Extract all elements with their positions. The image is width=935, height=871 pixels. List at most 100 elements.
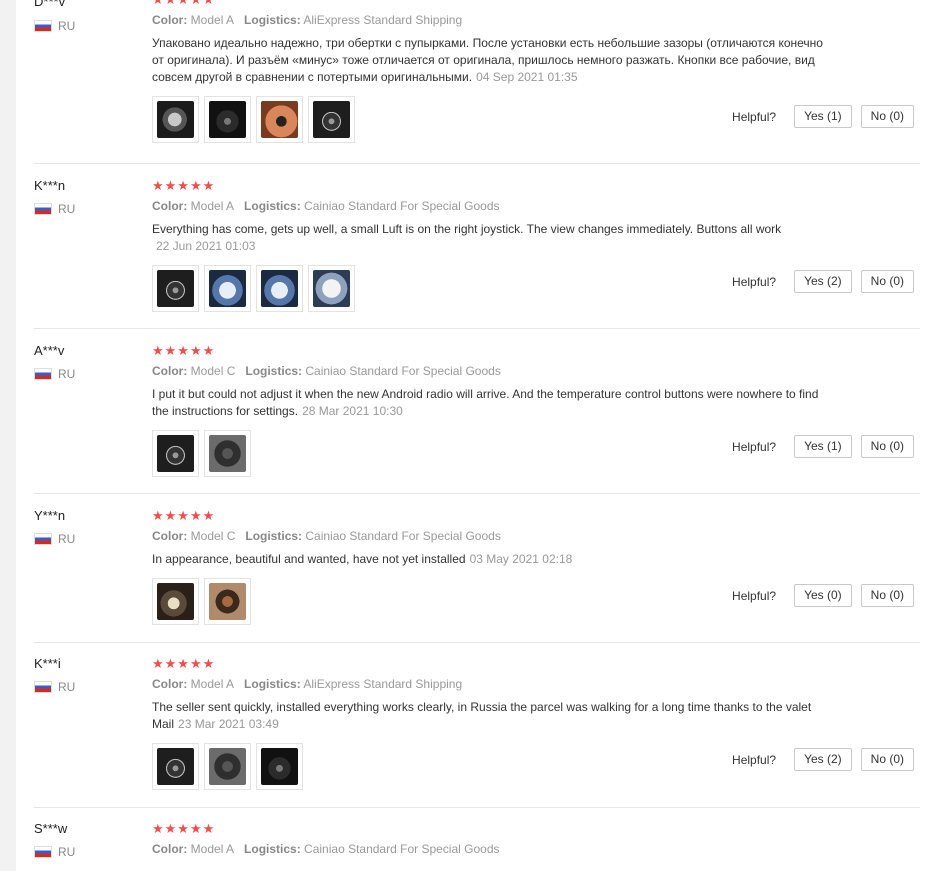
review-body: ★★★★★ Color: Model A Logistics: Cainiao S…	[152, 179, 832, 312]
helpful-yes-button[interactable]: Yes (1)	[794, 435, 852, 458]
review-photo-thumbnail[interactable]	[152, 96, 199, 143]
review-country: RU	[34, 19, 75, 33]
review-country: RU	[34, 680, 75, 694]
helpful-label: Helpful?	[732, 752, 777, 767]
helpful-vote: Helpful? Yes (0) No (0)	[732, 584, 914, 607]
color-value: Model C	[190, 529, 236, 543]
review-text: Everything has come, gets up well, a sma…	[152, 221, 832, 255]
steering-wheel-photo	[261, 101, 298, 138]
review-meta: Color: Model A Logistics: AliExpress Stan…	[152, 676, 832, 692]
package-photo	[261, 270, 298, 307]
review-meta: Color: Model A Logistics: Cainiao Standar…	[152, 841, 832, 857]
country-code: RU	[58, 202, 76, 216]
review-photos	[152, 430, 832, 477]
steering-wheel-photo	[209, 748, 246, 785]
russia-flag-icon	[34, 203, 52, 215]
review-text: The seller sent quickly, installed every…	[152, 699, 832, 733]
steering-wheel-photo	[157, 748, 194, 785]
review-country: RU	[34, 202, 75, 216]
review-photo-thumbnail[interactable]	[256, 96, 303, 143]
helpful-yes-button[interactable]: Yes (1)	[794, 105, 852, 128]
color-value: Model A	[190, 199, 235, 213]
steering-wheel-photo	[261, 748, 298, 785]
helpful-no-button[interactable]: No (0)	[860, 584, 914, 607]
review-photo-thumbnail[interactable]	[152, 578, 199, 625]
review-username: K***n	[34, 178, 66, 193]
review-photo-thumbnail[interactable]	[152, 430, 199, 477]
review-country: RU	[34, 532, 75, 546]
helpful-yes-button[interactable]: Yes (2)	[794, 748, 852, 771]
review-item: D***v RU ★★★★★ Color: Model A Logistics: …	[34, 0, 920, 164]
review-photo-thumbnail[interactable]	[308, 265, 355, 312]
review-photo-thumbnail[interactable]	[204, 430, 251, 477]
review-photos	[152, 578, 832, 625]
review-body: ★★★★★ Color: Model A Logistics: AliExpres…	[152, 0, 832, 143]
steering-wheel-photo	[157, 101, 194, 138]
review-photo-thumbnail[interactable]	[204, 743, 251, 790]
helpful-label: Helpful?	[732, 588, 777, 603]
logistics-value: Cainiao Standard For Special Goods	[305, 364, 501, 378]
logistics-label: Logistics:	[245, 529, 303, 543]
rating-stars: ★★★★★	[152, 178, 216, 193]
steering-wheel-photo	[209, 101, 246, 138]
helpful-yes-button[interactable]: Yes (2)	[794, 270, 852, 293]
review-content: Everything has come, gets up well, a sma…	[152, 222, 782, 236]
rating-stars: ★★★★★	[152, 343, 216, 358]
russia-flag-icon	[34, 846, 52, 858]
review-photo-thumbnail[interactable]	[256, 743, 303, 790]
review-username: K***i	[34, 656, 61, 671]
helpful-no-button[interactable]: No (0)	[860, 748, 914, 771]
review-photo-thumbnail[interactable]	[204, 96, 251, 143]
review-item: A***v RU ★★★★★ Color: Model C Logistics: …	[34, 329, 920, 494]
review-date: 23 Mar 2021 03:49	[178, 717, 279, 731]
review-item: Y***n RU ★★★★★ Color: Model C Logistics: …	[34, 494, 920, 643]
helpful-no-button[interactable]: No (0)	[860, 105, 914, 128]
review-meta: Color: Model C Logistics: Cainiao Standar…	[152, 528, 832, 544]
helpful-vote: Helpful? Yes (2) No (0)	[732, 748, 914, 771]
logistics-value: Cainiao Standard For Special Goods	[305, 529, 501, 543]
russia-flag-icon	[34, 681, 52, 693]
review-date: 04 Sep 2021 01:35	[476, 70, 578, 84]
review-item: K***i RU ★★★★★ Color: Model A Logistics: …	[34, 643, 920, 808]
russia-flag-icon	[34, 533, 52, 545]
steering-wheel-photo	[313, 101, 350, 138]
color-value: Model A	[190, 13, 235, 27]
color-value: Model C	[190, 364, 236, 378]
helpful-no-button[interactable]: No (0)	[860, 270, 914, 293]
color-label: Color:	[152, 13, 188, 27]
rating-stars: ★★★★★	[152, 821, 216, 836]
review-photo-thumbnail[interactable]	[256, 265, 303, 312]
review-date: 28 Mar 2021 10:30	[302, 404, 403, 418]
review-photo-thumbnail[interactable]	[152, 265, 199, 312]
review-date: 22 Jun 2021 01:03	[156, 239, 256, 253]
color-value: Model A	[190, 677, 235, 691]
review-photo-thumbnail[interactable]	[204, 578, 251, 625]
steering-wheel-photo	[157, 435, 194, 472]
logistics-label: Logistics:	[244, 677, 301, 691]
helpful-label: Helpful?	[732, 274, 777, 289]
helpful-vote: Helpful? Yes (1) No (0)	[732, 435, 914, 458]
left-page-margin	[0, 0, 16, 871]
review-text: Упаковано идеально надежно, три обертки …	[152, 35, 832, 86]
logistics-label: Logistics:	[244, 199, 301, 213]
review-username: D***v	[34, 0, 66, 9]
review-photo-thumbnail[interactable]	[152, 743, 199, 790]
review-username: A***v	[34, 343, 65, 358]
rating-stars: ★★★★★	[152, 656, 216, 671]
review-photo-thumbnail[interactable]	[204, 265, 251, 312]
review-username: Y***n	[34, 508, 66, 523]
country-code: RU	[58, 845, 76, 859]
review-meta: Color: Model A Logistics: AliExpress Stan…	[152, 12, 832, 28]
country-code: RU	[58, 367, 76, 381]
color-label: Color:	[152, 677, 188, 691]
review-text: I put it but could not adjust it when th…	[152, 386, 832, 420]
review-body: ★★★★★ Color: Model C Logistics: Cainiao S…	[152, 344, 832, 477]
rating-stars: ★★★★★	[152, 508, 216, 523]
logistics-value: Cainiao Standard For Special Goods	[304, 199, 500, 213]
review-photos	[152, 743, 832, 790]
review-photos	[152, 265, 832, 312]
helpful-no-button[interactable]: No (0)	[860, 435, 914, 458]
review-photo-thumbnail[interactable]	[308, 96, 355, 143]
helpful-yes-button[interactable]: Yes (0)	[794, 584, 852, 607]
color-value: Model A	[190, 842, 235, 856]
